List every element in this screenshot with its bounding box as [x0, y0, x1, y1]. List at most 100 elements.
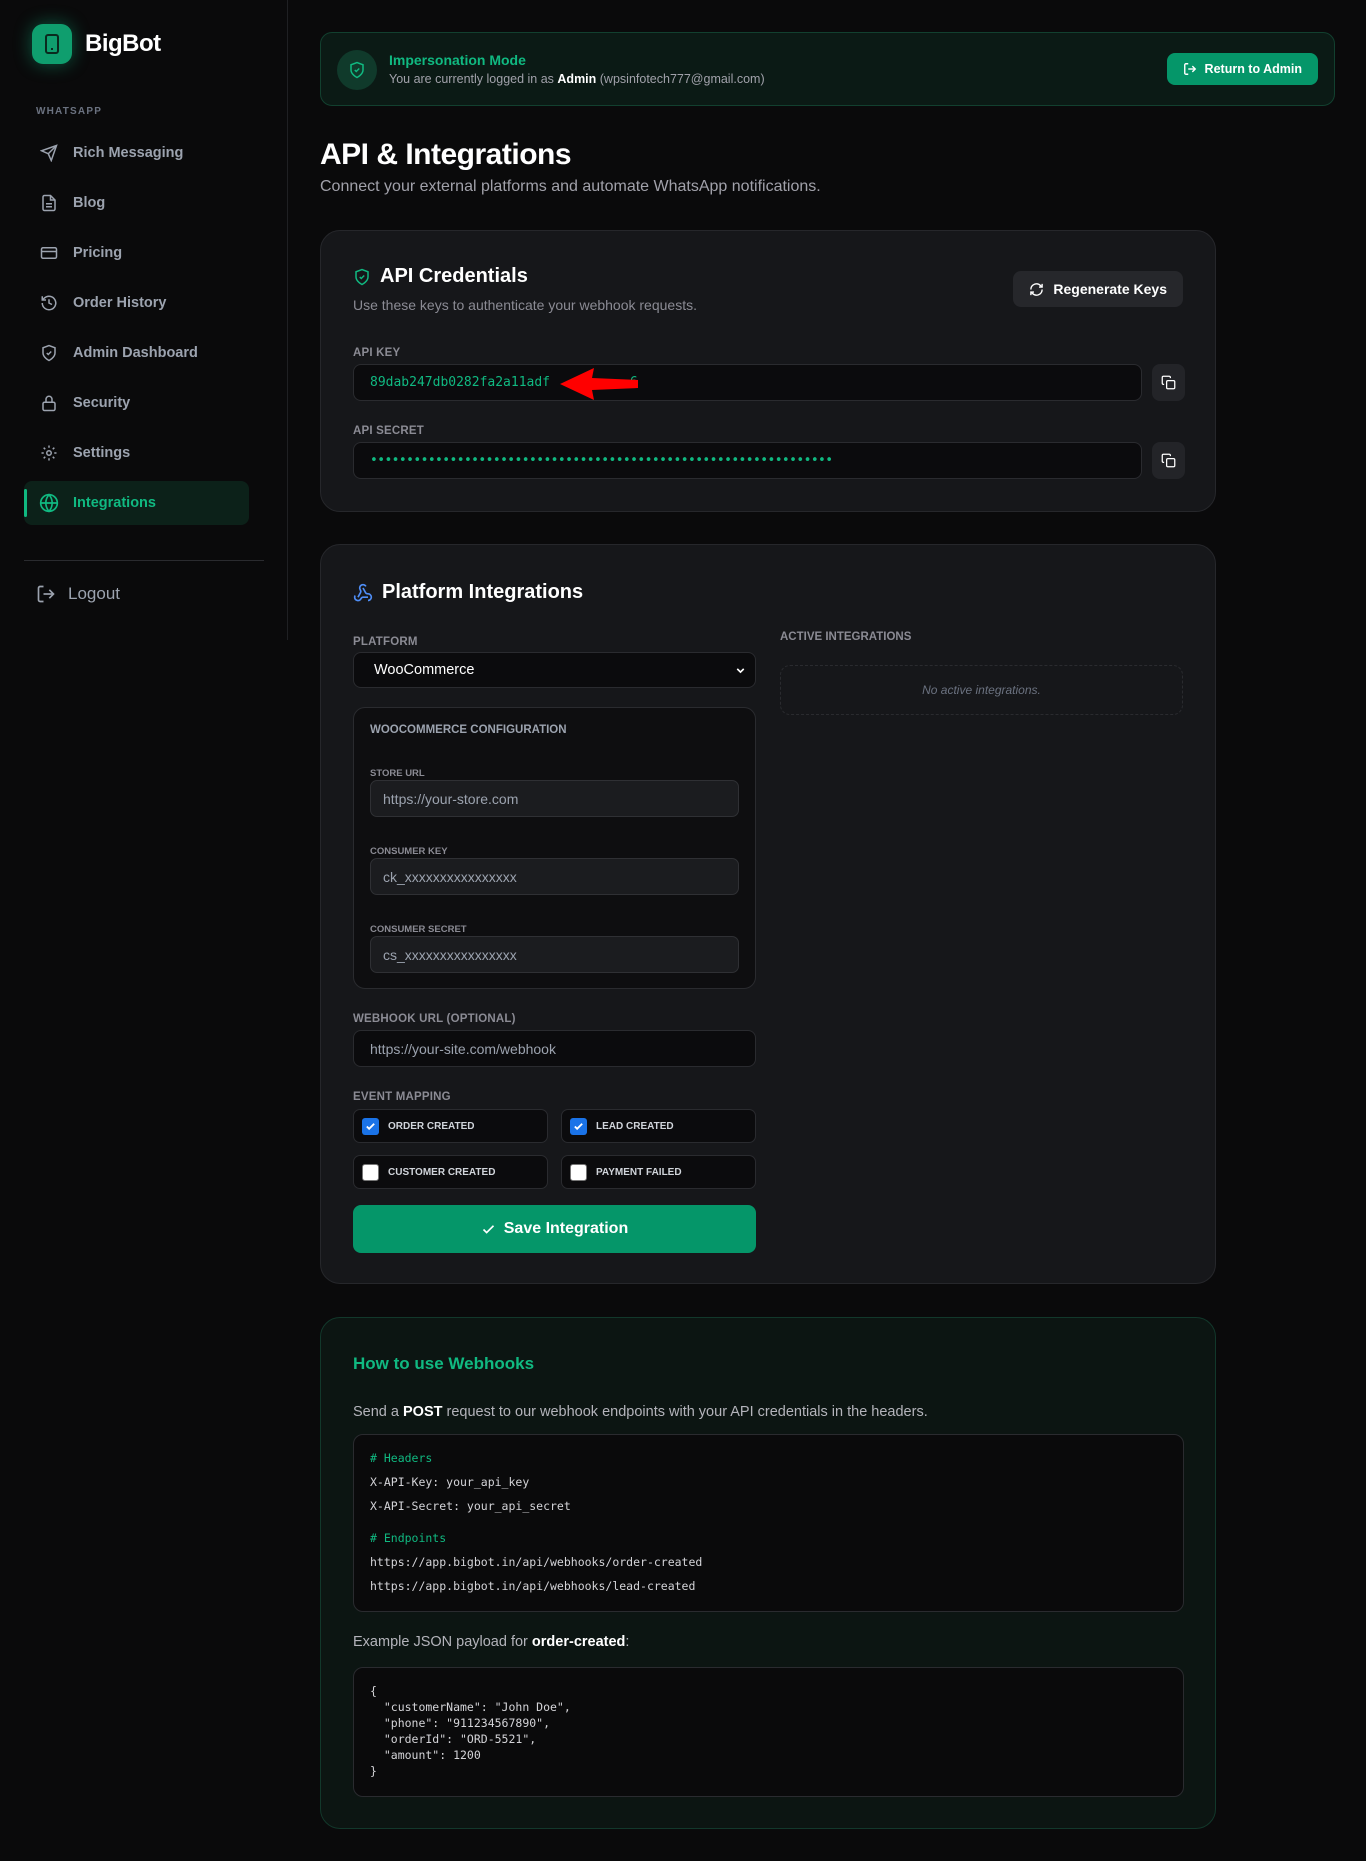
sidebar-item-integrations[interactable]: Integrations — [24, 481, 249, 525]
example-suffix: : — [625, 1634, 630, 1650]
logout-label: Logout — [68, 584, 120, 603]
api-key-field[interactable]: 89dab247db0282fa2a11adf 6 — [353, 364, 1142, 401]
logout-icon — [36, 584, 56, 604]
send-icon — [39, 143, 59, 163]
payload-line: { — [370, 1684, 377, 1698]
event-customer-created[interactable]: CUSTOMER CREATED — [353, 1155, 548, 1189]
sidebar-item-blog[interactable]: Blog — [24, 181, 249, 225]
sidebar-item-admin-dashboard[interactable]: Admin Dashboard — [24, 331, 249, 375]
api-credentials-card: API Credentials Use these keys to authen… — [320, 230, 1216, 512]
credentials-title: API Credentials — [380, 265, 528, 287]
copy-icon — [1161, 453, 1176, 468]
regenerate-keys-button[interactable]: Regenerate Keys — [1013, 271, 1183, 307]
copy-icon — [1161, 375, 1176, 390]
webhooks-intro: Send a POST request to our webhook endpo… — [353, 1404, 928, 1420]
consumer-secret-input[interactable]: cs_xxxxxxxxxxxxxxxx — [370, 936, 739, 973]
globe-icon — [39, 493, 59, 513]
event-label: LEAD CREATED — [596, 1120, 674, 1132]
platform-title: Platform Integrations — [382, 581, 584, 603]
payload-line: "orderId": "ORD-5521", — [370, 1732, 537, 1746]
shield-check-icon — [337, 50, 377, 90]
save-integration-label: Save Integration — [503, 1220, 629, 1237]
save-integration-button[interactable]: Save Integration — [353, 1205, 756, 1253]
shield-check-icon — [355, 268, 369, 285]
woocommerce-config-panel: WOOCOMMERCE CONFIGURATION STORE URL http… — [353, 707, 756, 989]
copy-api-key-button[interactable] — [1152, 364, 1185, 401]
sidebar-item-security[interactable]: Security — [24, 381, 249, 425]
intro-suffix: request to our webhook endpoints with yo… — [442, 1404, 928, 1420]
sidebar-item-label: Rich Messaging — [73, 145, 184, 161]
sidebar-item-label: Admin Dashboard — [73, 345, 198, 361]
active-integrations-empty: No active integrations. — [780, 665, 1183, 715]
event-order-created[interactable]: ORDER CREATED — [353, 1109, 548, 1143]
headers-code-block: # Headers X-API-Key: your_api_key X-API-… — [353, 1434, 1184, 1612]
exit-icon — [1183, 63, 1196, 75]
webhook-url-input[interactable]: https://your-site.com/webhook — [353, 1030, 756, 1067]
brand[interactable]: BigBot — [32, 24, 161, 64]
event-label: PAYMENT FAILED — [596, 1166, 682, 1178]
sidebar-item-pricing[interactable]: Pricing — [24, 231, 249, 275]
chevron-down-icon — [736, 668, 745, 674]
sidebar-item-label: Blog — [73, 195, 106, 211]
checkbox-checked-icon[interactable] — [362, 1117, 379, 1135]
page-title: API & Integrations — [320, 138, 572, 171]
page-subtitle: Connect your external platforms and auto… — [320, 178, 821, 195]
copy-api-secret-button[interactable] — [1152, 442, 1185, 479]
code-comment: # Endpoints — [370, 1531, 447, 1545]
sidebar-item-settings[interactable]: Settings — [24, 431, 249, 475]
event-label: CUSTOMER CREATED — [388, 1166, 496, 1178]
platform-integrations-card: Platform Integrations PLATFORM WooCommer… — [320, 544, 1216, 1284]
impersonation-banner: Impersonation Mode You are currently log… — [320, 32, 1335, 106]
annotation-arrow-icon — [560, 368, 638, 400]
payload-line: "amount": 1200 — [370, 1748, 481, 1762]
store-url-input[interactable]: https://your-store.com — [370, 780, 739, 817]
api-secret-field[interactable]: ••••••••••••••••••••••••••••••••••••••••… — [353, 442, 1142, 479]
banner-title: Impersonation Mode — [389, 52, 526, 68]
card-title: API Credentials — [353, 265, 528, 288]
regenerate-label: Regenerate Keys — [1053, 281, 1167, 297]
code-line: X-API-Key: your_api_key — [370, 1475, 530, 1489]
code-comment: # Headers — [370, 1451, 433, 1465]
sidebar-item-label: Security — [73, 395, 131, 411]
checkbox-unchecked-icon[interactable] — [362, 1163, 379, 1181]
webhook-url-label: WEBHOOK URL (OPTIONAL) — [353, 1013, 516, 1025]
credit-card-icon — [39, 243, 59, 263]
config-title: WOOCOMMERCE CONFIGURATION — [370, 724, 567, 736]
payload-line: "customerName": "John Doe", — [370, 1700, 571, 1714]
checkbox-checked-icon[interactable] — [570, 1117, 587, 1135]
sidebar-item-rich-messaging[interactable]: Rich Messaging — [24, 131, 249, 175]
gear-icon — [39, 443, 59, 463]
sidebar-nav: Rich Messaging Blog Pricing Order Histor… — [24, 131, 249, 531]
code-line: https://app.bigbot.in/api/webhooks/lead-… — [370, 1579, 696, 1593]
event-payment-failed[interactable]: PAYMENT FAILED — [561, 1155, 756, 1189]
logout-button[interactable]: Logout — [36, 584, 120, 604]
checkbox-unchecked-icon[interactable] — [570, 1163, 587, 1181]
api-key-value: 89dab247db0282fa2a11adf — [370, 375, 551, 390]
card-title: Platform Integrations — [353, 581, 583, 604]
history-icon — [39, 293, 59, 313]
event-lead-created[interactable]: LEAD CREATED — [561, 1109, 756, 1143]
webhooks-title: How to use Webhooks — [353, 1354, 535, 1373]
platform-select[interactable]: WooCommerce — [353, 652, 756, 688]
example-caption: Example JSON payload for order-created: — [353, 1634, 629, 1650]
refresh-icon — [1030, 282, 1044, 296]
webhook-icon — [353, 583, 373, 601]
payload-line: "phone": "911234567890", — [370, 1716, 551, 1730]
consumer-key-input[interactable]: ck_xxxxxxxxxxxxxxxx — [370, 858, 739, 895]
platform-label: PLATFORM — [353, 636, 418, 648]
return-to-admin-label: Return to Admin — [1204, 62, 1302, 76]
return-to-admin-button[interactable]: Return to Admin — [1166, 53, 1318, 85]
payload-line: } — [370, 1764, 377, 1778]
sidebar-item-label: Order History — [73, 295, 167, 311]
code-line: X-API-Secret: your_api_secret — [370, 1499, 571, 1513]
intro-prefix: Send a — [353, 1404, 403, 1420]
api-secret-label: API SECRET — [353, 425, 425, 437]
credentials-subtitle: Use these keys to authenticate your webh… — [353, 297, 697, 313]
example-event: order-created — [531, 1634, 626, 1650]
platform-selected: WooCommerce — [374, 662, 475, 678]
sidebar-item-order-history[interactable]: Order History — [24, 281, 249, 325]
api-key-label: API KEY — [353, 347, 401, 359]
event-mapping-label: EVENT MAPPING — [353, 1091, 451, 1103]
consumer-secret-label: CONSUMER SECRET — [370, 924, 467, 935]
brand-name: BigBot — [85, 30, 161, 57]
